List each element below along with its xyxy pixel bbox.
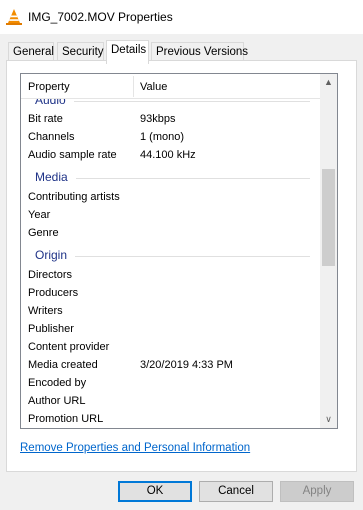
apply-button[interactable]: Apply [280,481,354,502]
property-name: Contributing artists [28,191,120,203]
tab-details[interactable]: Details [106,40,149,64]
scrollbar-thumb[interactable] [322,169,335,266]
property-row[interactable]: Channels 1 (mono) [21,129,320,147]
property-row[interactable]: Content provider [21,339,320,357]
property-value: 44.100 kHz [140,149,196,161]
property-row[interactable]: Encoded by [21,375,320,393]
tab-general-label: General [13,46,54,58]
property-row[interactable]: Genre [21,225,320,243]
property-name: Promotion URL [28,413,104,425]
remove-properties-link[interactable]: Remove Properties and Personal Informati… [20,442,250,454]
group-name-origin: Origin [35,248,76,262]
property-row[interactable]: Audio sample rate 44.100 kHz [21,147,320,165]
tab-security-label: Security [62,46,104,58]
ok-button[interactable]: OK [118,481,192,502]
group-divider [35,101,310,102]
property-row[interactable]: Year [21,207,320,225]
property-row[interactable]: Directors [21,267,320,285]
property-value: 3/20/2019 4:33 PM [140,359,233,371]
property-name: Content provider [28,341,110,353]
column-divider[interactable] [133,76,134,97]
property-name: Producers [28,287,79,299]
property-name: Author URL [28,395,86,407]
property-name: Publisher [28,323,74,335]
title-bar: IMG_7002.MOV Properties [0,0,363,34]
property-value: 93kbps [140,113,176,125]
tab-previous-versions[interactable]: Previous Versions [151,42,248,62]
group-header-media: Media [21,170,320,188]
cancel-button[interactable]: Cancel [199,481,273,502]
column-header-property[interactable]: Property [28,81,70,93]
group-divider [35,256,310,257]
tab-details-label: Details [111,44,147,56]
properties-list[interactable]: Audio Bit rate 93kbps Channels 1 (mono) … [20,73,338,429]
group-header-origin: Origin [21,248,320,266]
property-row[interactable]: Media created 3/20/2019 4:33 PM [21,357,320,375]
properties-rows: Audio Bit rate 93kbps Channels 1 (mono) … [21,74,320,428]
property-row[interactable]: Writers [21,303,320,321]
tab-general[interactable]: General [8,42,54,62]
property-value: 1 (mono) [140,131,185,143]
window-title: IMG_7002.MOV Properties [28,10,173,24]
property-row[interactable]: Producers [21,285,320,303]
property-row[interactable]: Bit rate 93kbps [21,111,320,129]
property-name: Directors [28,269,73,281]
property-row[interactable]: Author URL [21,393,320,411]
vlc-cone-icon [6,9,22,25]
property-row[interactable]: Contributing artists [21,189,320,207]
property-name: Writers [28,305,63,317]
group-divider [35,178,310,179]
group-name-media: Media [35,170,76,184]
column-header: Property Value [21,74,320,99]
property-name: Audio sample rate [28,149,117,161]
property-name: Media created [28,359,98,371]
property-name: Year [28,209,51,221]
vertical-scrollbar[interactable]: ▲ ∨ [320,74,337,428]
scroll-up-arrow-icon[interactable]: ▲ [320,74,337,91]
tab-previous-versions-label: Previous Versions [156,46,249,58]
property-name: Bit rate [28,113,63,125]
property-row[interactable]: Promotion URL [21,411,320,428]
scroll-down-arrow-icon[interactable]: ∨ [320,411,337,428]
column-header-value[interactable]: Value [140,81,167,93]
property-name: Channels [28,131,75,143]
property-name: Genre [28,227,59,239]
tab-security[interactable]: Security [57,42,104,62]
property-name: Encoded by [28,377,87,389]
property-row[interactable]: Publisher [21,321,320,339]
